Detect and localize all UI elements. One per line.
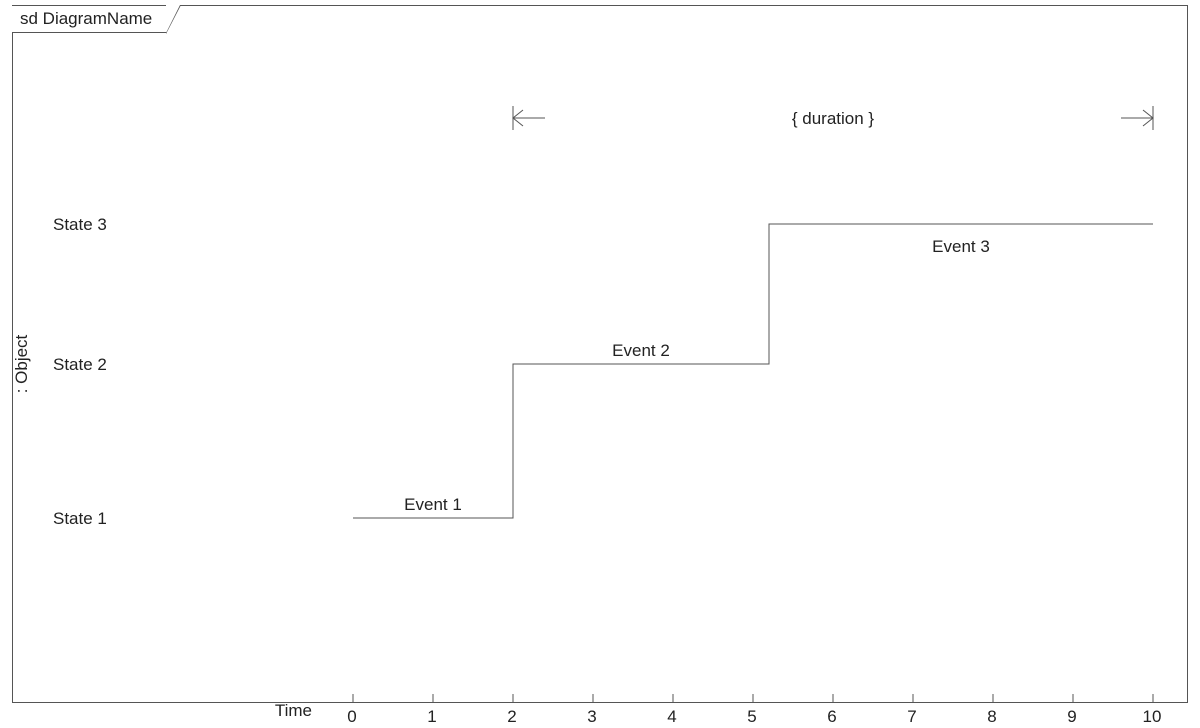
duration-arrow-left xyxy=(513,106,545,130)
tick-3: 3 xyxy=(587,707,596,726)
tick-9: 9 xyxy=(1067,707,1076,726)
time-axis-labels: Time 0 1 2 3 4 5 6 7 8 9 10 xyxy=(12,702,1188,726)
time-axis-label: Time xyxy=(275,701,312,720)
tick-6: 6 xyxy=(827,707,836,726)
state-label-2: State 2 xyxy=(53,355,107,374)
tick-2: 2 xyxy=(507,707,516,726)
tick-1: 1 xyxy=(427,707,436,726)
object-label: : Object xyxy=(13,334,31,393)
duration-label: { duration } xyxy=(792,109,875,128)
tick-0: 0 xyxy=(347,707,356,726)
tick-4: 4 xyxy=(667,707,676,726)
state-label-1: State 1 xyxy=(53,509,107,528)
event-3-label: Event 3 xyxy=(932,237,990,256)
time-axis xyxy=(353,694,1153,702)
duration-arrow-right xyxy=(1121,106,1153,130)
tick-7: 7 xyxy=(907,707,916,726)
diagram-frame: sd DiagramName : Object State 3 State 2 … xyxy=(12,5,1188,703)
state-lifeline xyxy=(353,224,1153,518)
timing-diagram: : Object State 3 State 2 State 1 Event 1… xyxy=(13,6,1187,702)
tick-10: 10 xyxy=(1143,707,1162,726)
tick-8: 8 xyxy=(987,707,996,726)
event-2-label: Event 2 xyxy=(612,341,670,360)
event-1-label: Event 1 xyxy=(404,495,462,514)
state-label-3: State 3 xyxy=(53,215,107,234)
tick-5: 5 xyxy=(747,707,756,726)
